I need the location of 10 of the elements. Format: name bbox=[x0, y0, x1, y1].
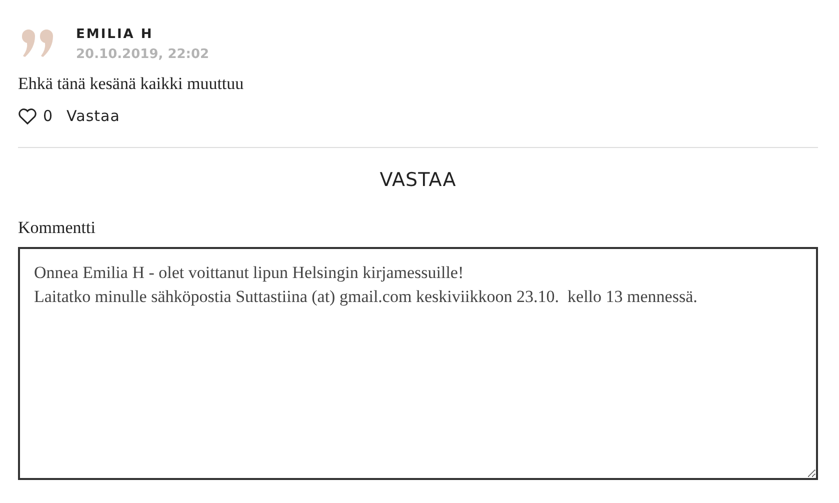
comment-text: Ehkä tänä kesänä kaikki muuttuu bbox=[18, 74, 245, 94]
heart-icon[interactable] bbox=[18, 108, 37, 124]
comment-field[interactable]: Onnea Emilia H - olet voittanut lipun Helsingin kirjamessuille! Laitatko minulle sähköpostia Suttastiina (at) gmail.com keskiviikkoon 23.10. kello 13 mennessä. bbox=[18, 247, 818, 480]
reply-link[interactable]: Vastaa bbox=[66, 107, 120, 125]
author-name: EMILIA H bbox=[76, 27, 154, 42]
comment-date: 20.10.2019, 22:02 bbox=[76, 47, 210, 62]
like-count: 0 bbox=[43, 107, 53, 125]
quote-icon bbox=[21, 28, 55, 58]
field-label: Kommentti bbox=[18, 218, 96, 238]
reply-heading: VASTAA bbox=[378, 169, 458, 191]
